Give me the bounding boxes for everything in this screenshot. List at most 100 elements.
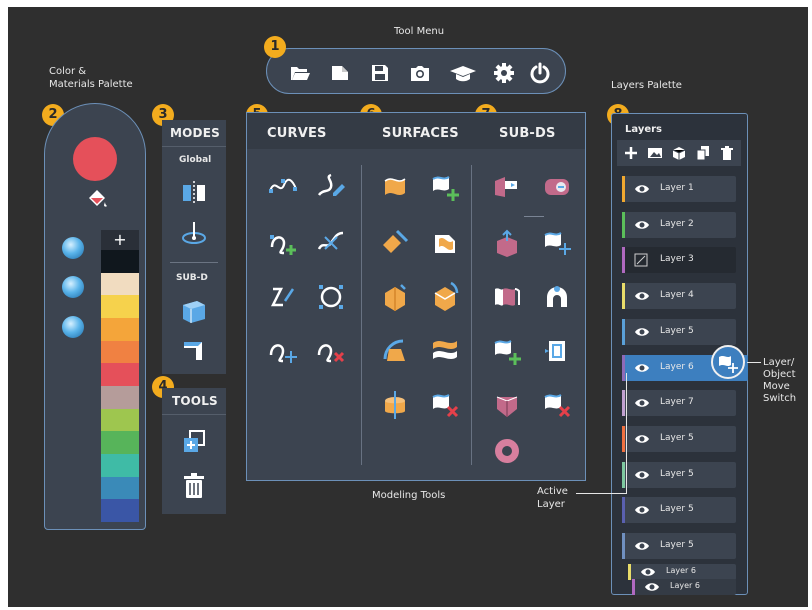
layer-name: Layer 7 (660, 397, 694, 408)
surface-blend-icon[interactable] (429, 335, 461, 367)
layer-row[interactable]: Layer 5 (622, 461, 736, 488)
layer-object-move-switch[interactable] (711, 345, 745, 379)
app-canvas: Tool Menu Color & Materials Palette Laye… (8, 7, 808, 607)
color-swatch[interactable] (101, 476, 139, 500)
add-swatch-button[interactable]: + (101, 230, 139, 250)
layer-name: Layer 5 (660, 540, 694, 550)
divider (471, 165, 472, 465)
paint-bucket-icon[interactable] (85, 187, 109, 211)
subds-title: SUB-DS (499, 126, 556, 141)
subd-fill-icon[interactable] (541, 335, 573, 367)
curve-trim-icon[interactable] (315, 227, 347, 259)
color-swatch[interactable] (101, 250, 139, 274)
layer-row[interactable]: Layer 6 (632, 579, 736, 595)
graduation-cap-icon[interactable] (449, 62, 477, 84)
color-swatch[interactable] (101, 386, 139, 410)
eye-icon[interactable] (634, 397, 650, 409)
surface-rail-icon[interactable] (429, 281, 461, 313)
snap-icon[interactable] (178, 217, 210, 249)
material-sphere-1[interactable] (62, 237, 84, 259)
subd-box-icon[interactable] (178, 295, 210, 327)
eye-icon[interactable] (634, 540, 650, 552)
subd-add-icon[interactable] (491, 335, 523, 367)
surface-cylinder-icon[interactable] (379, 389, 411, 421)
modes-panel: MODES Global SUB-D (162, 120, 226, 374)
subd-label: SUB-D (176, 273, 208, 283)
subd-torus-icon[interactable] (491, 435, 523, 467)
callout-line (747, 362, 761, 363)
divider (524, 216, 544, 217)
eye-icon[interactable] (640, 566, 656, 578)
surface-sweep-icon[interactable] (379, 227, 411, 259)
subd-bridge-icon[interactable] (491, 281, 523, 313)
switch-label-1: Layer/ (763, 357, 795, 368)
layer-row[interactable]: Layer 1 (622, 176, 736, 202)
modeling-tools-label: Modeling Tools (372, 490, 446, 501)
camera-icon[interactable] (409, 62, 431, 84)
folder-open-icon[interactable] (289, 62, 311, 84)
eye-icon[interactable] (634, 183, 650, 195)
subd-extrude-icon[interactable] (491, 227, 523, 259)
trash-icon[interactable] (178, 470, 210, 502)
material-sphere-2[interactable] (62, 276, 84, 298)
eye-icon[interactable] (634, 433, 650, 445)
subd-move-icon[interactable] (541, 227, 573, 259)
color-swatch[interactable] (101, 340, 139, 364)
layer-row[interactable]: Layer 7 (622, 390, 736, 417)
duplicate-icon[interactable] (178, 426, 210, 458)
curve-edit-icon[interactable] (267, 281, 299, 313)
subd-delete-icon[interactable] (541, 389, 573, 421)
layer-row[interactable]: Layer 5 (622, 318, 736, 345)
layer-name: Layer 3 (660, 254, 694, 265)
color-swatch[interactable] (101, 454, 139, 478)
curve-spline-icon[interactable] (267, 171, 299, 203)
layer-row[interactable]: Layer 5 (622, 533, 736, 559)
color-swatch[interactable] (101, 295, 139, 319)
color-swatch[interactable] (101, 408, 139, 432)
subd-from-surface-icon[interactable] (491, 171, 523, 203)
curve-circle-icon[interactable] (315, 281, 347, 313)
eye-icon[interactable] (634, 290, 650, 302)
eye-icon[interactable] (644, 581, 660, 593)
layer-row[interactable]: Layer 5 (622, 497, 736, 524)
new-file-icon[interactable] (329, 62, 351, 84)
curve-move-icon[interactable] (267, 335, 299, 367)
layer-row[interactable]: Layer 4 (622, 283, 736, 310)
color-swatch[interactable] (101, 272, 139, 296)
layer-row[interactable]: Layer 6 (628, 564, 736, 580)
surface-loft-icon[interactable] (429, 227, 461, 259)
surface-extrude-icon[interactable] (379, 281, 411, 313)
curve-freehand-icon[interactable] (315, 171, 347, 203)
color-swatch[interactable] (101, 499, 139, 523)
layer-row[interactable]: Layer 5 (622, 425, 736, 452)
mirror-icon[interactable] (178, 177, 210, 209)
subd-arch-icon[interactable] (541, 281, 573, 313)
eye-icon[interactable] (634, 504, 650, 516)
subd-crease-icon[interactable] (178, 334, 210, 366)
save-icon[interactable] (369, 62, 391, 84)
layer-row[interactable]: Layer 2 (622, 211, 736, 238)
eye-icon[interactable] (634, 219, 650, 231)
surface-add-icon[interactable] (429, 171, 461, 203)
eye-icon[interactable] (634, 326, 650, 338)
color-palette-label-2: Materials Palette (49, 79, 133, 90)
layer-row[interactable]: Layer 3 (622, 247, 736, 274)
layer-name: Layer 5 (660, 325, 694, 336)
color-swatch[interactable] (101, 431, 139, 455)
color-swatch[interactable] (101, 318, 139, 342)
eye-icon[interactable] (634, 469, 650, 481)
surface-revolve-icon[interactable] (379, 335, 411, 367)
gear-icon[interactable] (493, 62, 515, 84)
curve-add-point-icon[interactable] (267, 227, 299, 259)
subd-cylinder-icon[interactable] (541, 171, 573, 203)
color-swatch[interactable] (101, 363, 139, 387)
current-color-swatch[interactable] (73, 137, 117, 181)
power-icon[interactable] (529, 62, 551, 84)
visibility-off-icon[interactable] (634, 253, 650, 267)
eye-icon[interactable] (634, 362, 650, 374)
surface-delete-icon[interactable] (429, 389, 461, 421)
curve-delete-icon[interactable] (315, 335, 347, 367)
subd-box-primitive-icon[interactable] (491, 389, 523, 421)
surface-create-icon[interactable] (379, 171, 411, 203)
material-sphere-3[interactable] (62, 316, 84, 338)
